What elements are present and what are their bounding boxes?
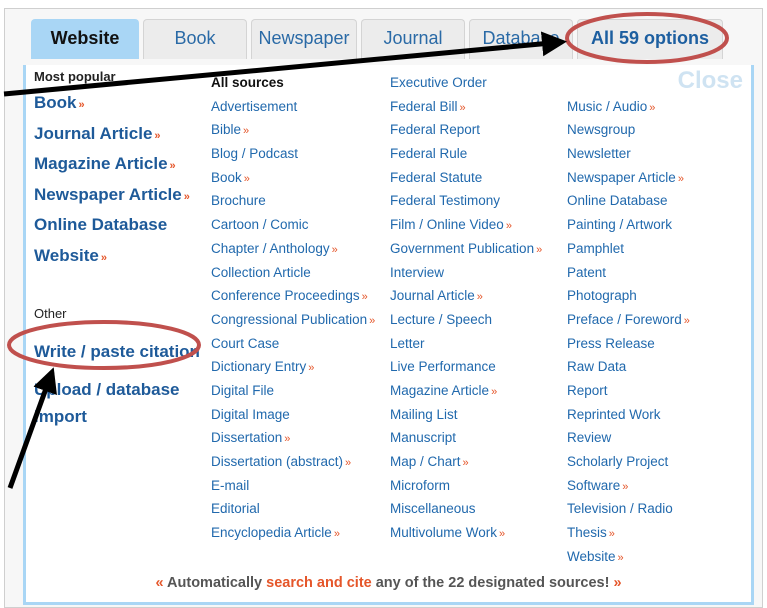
annotation-circle-all-options <box>565 12 729 64</box>
annotation-arrow-bottom <box>7 367 57 489</box>
annotation-arrow-top <box>3 31 567 97</box>
annotation-overlay <box>3 12 729 489</box>
annotation-circle-write-citation <box>7 320 201 370</box>
